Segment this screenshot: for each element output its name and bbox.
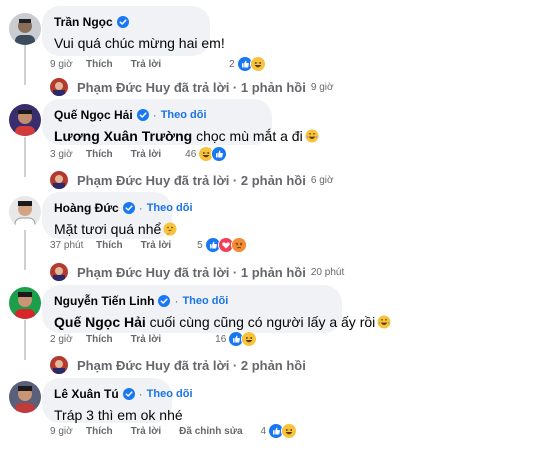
- mention-link[interactable]: Lương Xuân Trường: [54, 128, 192, 144]
- thread-line: [24, 320, 26, 360]
- comment-text: cuối cùng cũng có người lấy a ấy rồi: [145, 314, 376, 330]
- reply-time: 9 giờ: [310, 81, 334, 93]
- follow-button[interactable]: Theo dõi: [161, 107, 207, 123]
- like-button[interactable]: Thích: [96, 240, 123, 251]
- avatar[interactable]: [9, 381, 41, 413]
- avatar[interactable]: [9, 287, 41, 319]
- separator-dot: ·: [138, 387, 143, 401]
- reply-summary[interactable]: Phạm Đức Huy đã trả lời · 1 phản hồi 20 …: [50, 262, 344, 282]
- comment-bubble: Nguyễn Tiến Linh · Theo dõi Quế Ngọc Hải…: [42, 285, 342, 333]
- like-button[interactable]: Thích: [86, 149, 113, 160]
- comment-bubble: Quế Ngọc Hải · Theo dõi Lương Xuân Trườn…: [42, 99, 272, 145]
- comment-author[interactable]: Quế Ngọc Hải: [54, 107, 133, 123]
- reply-summary-text[interactable]: Phạm Đức Huy đã trả lời · 1 phản hồi: [77, 265, 306, 280]
- thread-line: [24, 137, 26, 177]
- laughing-emoji-icon: [377, 315, 391, 329]
- haha-reaction-icon: [241, 331, 258, 347]
- verified-badge-icon: [123, 388, 135, 400]
- follow-button[interactable]: Theo dõi: [147, 386, 193, 402]
- separator-dot: ·: [138, 201, 143, 215]
- reply-button[interactable]: Trả lời: [141, 240, 171, 251]
- mention-link[interactable]: Quế Ngọc Hải: [54, 314, 146, 330]
- reply-summary-text[interactable]: Phạm Đức Huy đã trả lời · 2 phản hồi: [77, 358, 306, 373]
- avatar[interactable]: [9, 13, 41, 45]
- verified-badge-icon: [158, 295, 170, 307]
- reply-summary[interactable]: Phạm Đức Huy đã trả lời · 2 phản hồi: [50, 355, 306, 375]
- separator-dot: ·: [152, 108, 157, 122]
- comment-time[interactable]: 37 phút: [50, 240, 96, 251]
- comment-author[interactable]: Trần Ngọc: [54, 14, 113, 30]
- edited-label[interactable]: Đã chỉnh sửa: [179, 426, 242, 437]
- comment-text: Vui quá chúc mừng hai em!: [54, 35, 225, 51]
- comment-author[interactable]: Hoàng Đức: [54, 200, 119, 216]
- reaction-icons[interactable]: [198, 146, 228, 162]
- thinking-emoji-icon: [163, 222, 177, 236]
- separator-dot: ·: [174, 294, 179, 308]
- comment-time[interactable]: 9 giờ: [50, 59, 86, 70]
- comment-text: Mặt tươi quá nhể: [54, 221, 162, 237]
- thread-line: [24, 230, 26, 270]
- avatar[interactable]: [9, 196, 41, 228]
- verified-badge-icon: [137, 109, 149, 121]
- follow-button[interactable]: Theo dõi: [182, 293, 228, 309]
- laughing-emoji-icon: [305, 129, 319, 143]
- comment-time[interactable]: 2 giờ: [50, 334, 86, 345]
- verified-badge-icon: [117, 16, 129, 28]
- angry-reaction-icon: [230, 237, 247, 253]
- comment-actions: 3 giờ Thích Trả lời 46: [50, 146, 228, 162]
- reply-time: 20 phút: [310, 266, 345, 278]
- reaction-count[interactable]: 16: [215, 334, 226, 345]
- comment-bubble: Lê Xuân Tú · Theo dõi Tráp 3 thì em ok n…: [42, 378, 193, 423]
- avatar[interactable]: [9, 104, 41, 136]
- reply-button[interactable]: Trả lời: [131, 334, 161, 345]
- like-button[interactable]: Thích: [86, 334, 113, 345]
- comment-actions: 9 giờ Thích Trả lời 2: [50, 56, 266, 72]
- verified-badge-icon: [123, 202, 135, 214]
- comment-time[interactable]: 3 giờ: [50, 149, 86, 160]
- replier-avatar: [50, 78, 68, 96]
- reaction-icons[interactable]: [268, 423, 298, 439]
- like-reaction-icon: [211, 146, 228, 162]
- replier-avatar: [50, 263, 68, 281]
- reaction-count[interactable]: 2: [229, 59, 235, 70]
- comment-bubble: Trần Ngọc Vui quá chúc mừng hai em!: [42, 6, 225, 56]
- reply-button[interactable]: Trả lời: [131, 149, 161, 160]
- reply-time: 6 giờ: [310, 174, 334, 186]
- reaction-count[interactable]: 46: [185, 149, 196, 160]
- comment-bubble: Hoàng Đức · Theo dõi Mặt tươi quá nhể: [42, 192, 193, 239]
- reaction-count[interactable]: 5: [197, 240, 203, 251]
- reply-summary-text[interactable]: Phạm Đức Huy đã trả lời · 1 phản hồi: [77, 80, 306, 95]
- like-button[interactable]: Thích: [86, 59, 113, 70]
- comment-actions: 37 phút Thích Trả lời 5: [50, 237, 247, 253]
- replier-avatar: [50, 171, 68, 189]
- reaction-icons[interactable]: [236, 56, 266, 72]
- comment-actions: 9 giờ Thích Trả lời Đã chỉnh sửa 4: [50, 423, 298, 439]
- reaction-count[interactable]: 4: [261, 426, 267, 437]
- reply-summary-text[interactable]: Phạm Đức Huy đã trả lời · 2 phản hồi: [77, 173, 306, 188]
- comment-time[interactable]: 9 giờ: [50, 426, 86, 437]
- reaction-icons[interactable]: [228, 331, 258, 347]
- haha-reaction-icon: [281, 423, 298, 439]
- comment-author[interactable]: Lê Xuân Tú: [54, 386, 119, 402]
- comment-author[interactable]: Nguyễn Tiến Linh: [54, 293, 154, 309]
- replier-avatar: [50, 356, 68, 374]
- follow-button[interactable]: Theo dõi: [147, 200, 193, 216]
- reply-button[interactable]: Trả lời: [131, 59, 161, 70]
- thread-line: [24, 45, 26, 85]
- comment-text-row: Lương Xuân Trường chọc mù mắt a đi: [54, 127, 260, 146]
- haha-reaction-icon: [249, 56, 266, 72]
- reply-button[interactable]: Trả lời: [131, 426, 161, 437]
- comment-actions: 2 giờ Thích Trả lời 16: [50, 331, 258, 347]
- reaction-icons[interactable]: [204, 237, 247, 253]
- comment-text-row: Quế Ngọc Hải cuối cùng cũng có người lấy…: [54, 313, 330, 332]
- comment-text: chọc mù mắt a đi: [192, 128, 303, 144]
- reply-summary[interactable]: Phạm Đức Huy đã trả lời · 2 phản hồi 6 g…: [50, 170, 334, 190]
- like-button[interactable]: Thích: [86, 426, 113, 437]
- reply-summary[interactable]: Phạm Đức Huy đã trả lời · 1 phản hồi 9 g…: [50, 77, 334, 97]
